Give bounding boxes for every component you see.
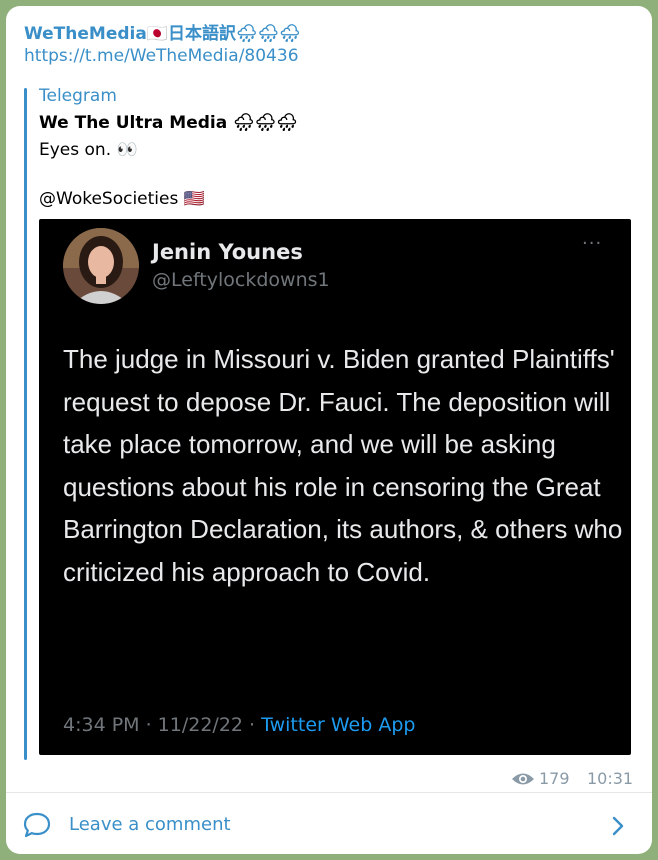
chevron-right-icon <box>612 816 624 836</box>
forward-source[interactable]: Telegram <box>39 86 117 106</box>
leave-comment-label: Leave a comment <box>69 814 231 835</box>
tweet-author-handle: @Leftylockdowns1 <box>152 269 330 291</box>
post-link[interactable]: https://t.me/WeTheMedia/80436 <box>24 46 299 66</box>
tweet-body: The judge in Missouri v. Biden granted P… <box>63 344 623 587</box>
views-count: 179 <box>539 769 570 788</box>
more-icon: ··· <box>582 233 603 254</box>
tweet-timestamp: 4:34 PM · 11/22/22 · <box>63 714 262 736</box>
eye-icon <box>512 773 534 785</box>
comment-bubble-icon <box>23 812 51 838</box>
tweet-author-name: Jenin Younes <box>152 240 303 264</box>
message-bubble: WeTheMedia🇯🇵日本語訳🌧🌧🌧 https://t.me/WeTheMe… <box>6 6 652 854</box>
tweet-app: Twitter Web App <box>261 714 416 736</box>
tweet-meta: 4:34 PM · 11/22/22 · Twitter Web App <box>63 714 415 736</box>
forward-title: We The Ultra Media 🌧🌧🌧 <box>39 113 298 133</box>
forward-quote-bar <box>24 88 27 760</box>
avatar <box>63 228 139 304</box>
forward-mention[interactable]: @WokeSocieties 🇺🇸 <box>39 189 205 209</box>
tweet-screenshot-image[interactable]: Jenin Younes @Leftylockdowns1 ··· The ju… <box>39 219 631 755</box>
leave-comment-button[interactable]: Leave a comment <box>6 793 652 854</box>
forward-text-line: Eyes on. 👀 <box>39 140 138 160</box>
channel-name[interactable]: WeTheMedia🇯🇵日本語訳🌧🌧🌧 <box>24 19 301 44</box>
post-time: 10:31 <box>587 769 634 788</box>
